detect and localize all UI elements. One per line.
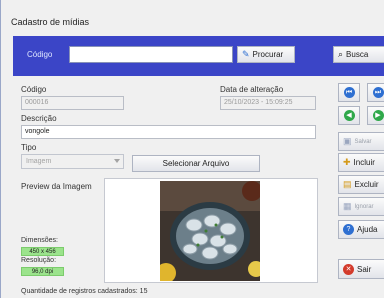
- tipo-label: Tipo: [21, 143, 37, 152]
- tipo-value: Imagem: [26, 158, 52, 165]
- salvar-button[interactable]: ▣ Salvar: [338, 132, 384, 151]
- first-record-icon: ⏮: [343, 87, 355, 98]
- dimensoes-value: 450 x 456: [21, 247, 64, 256]
- incluir-label: Incluir: [353, 158, 375, 167]
- procurar-icon: ✎: [242, 49, 250, 59]
- busca-label: Busca: [346, 50, 369, 59]
- sair-label: Sair: [357, 264, 372, 274]
- salvar-label: Salvar: [354, 138, 372, 145]
- next-record-button[interactable]: ▶: [367, 106, 384, 125]
- add-icon: ✚: [343, 157, 351, 167]
- incluir-button[interactable]: ✚ Incluir: [338, 153, 384, 172]
- image-preview: [104, 178, 318, 283]
- ignore-icon: ▦: [343, 201, 352, 211]
- previous-record-button[interactable]: ◀: [338, 106, 360, 125]
- dimensoes-label: Dimensões:: [21, 237, 58, 244]
- ignorar-button[interactable]: ▦ Ignorar: [338, 197, 384, 216]
- help-icon: ?: [343, 224, 354, 235]
- ignorar-label: Ignorar: [354, 203, 374, 210]
- next-record-icon: ▶: [372, 110, 384, 121]
- preview-label: Preview da Imagem: [21, 182, 92, 191]
- excluir-button[interactable]: ▤ Excluir: [338, 175, 384, 194]
- data-alteracao-field: 25/10/2023 - 15:09:25: [220, 96, 316, 110]
- codigo-label: Código: [21, 85, 47, 94]
- ajuda-label: Ajuda: [357, 225, 378, 234]
- last-record-icon: ⏭: [372, 87, 384, 98]
- search-label: Código: [27, 50, 53, 59]
- status-bar: Quantidade de registros cadastrados: 15: [21, 288, 148, 295]
- procurar-label: Procurar: [252, 50, 284, 59]
- main-window: Cadastro de mídias Código ✎ Procurar ⌕ B…: [0, 0, 384, 298]
- resolucao-value: 96,0 dpi: [21, 267, 64, 276]
- previous-record-icon: ◀: [343, 110, 355, 121]
- search-icon: ⌕: [338, 49, 344, 59]
- resolucao-label: Resolução:: [21, 257, 57, 264]
- selecionar-arquivo-label: Selecionar Arquivo: [162, 159, 230, 168]
- delete-icon: ▤: [343, 179, 352, 189]
- selecionar-arquivo-button[interactable]: Selecionar Arquivo: [132, 155, 260, 172]
- save-icon: ▣: [343, 136, 352, 146]
- descricao-input[interactable]: vongole: [21, 125, 316, 139]
- busca-button[interactable]: ⌕ Busca: [333, 46, 384, 63]
- tipo-select[interactable]: Imagem: [21, 154, 124, 169]
- sair-button[interactable]: ✕ Sair: [338, 259, 384, 279]
- last-record-button[interactable]: ⏭: [367, 83, 384, 102]
- data-alteracao-label: Data de alteração: [220, 85, 284, 94]
- first-record-button[interactable]: ⏮: [338, 83, 360, 102]
- descricao-label: Descrição: [21, 114, 57, 123]
- excluir-label: Excluir: [354, 180, 379, 189]
- window-title: Cadastro de mídias: [11, 17, 90, 27]
- search-input[interactable]: [69, 46, 233, 63]
- exit-icon: ✕: [343, 263, 354, 275]
- search-bar: Código ✎ Procurar ⌕ Busca: [13, 36, 384, 76]
- procurar-button[interactable]: ✎ Procurar: [237, 46, 295, 63]
- ajuda-button[interactable]: ? Ajuda: [338, 220, 384, 239]
- chevron-down-icon: [114, 159, 120, 163]
- codigo-field: 000016: [21, 96, 124, 110]
- preview-image: [160, 181, 260, 281]
